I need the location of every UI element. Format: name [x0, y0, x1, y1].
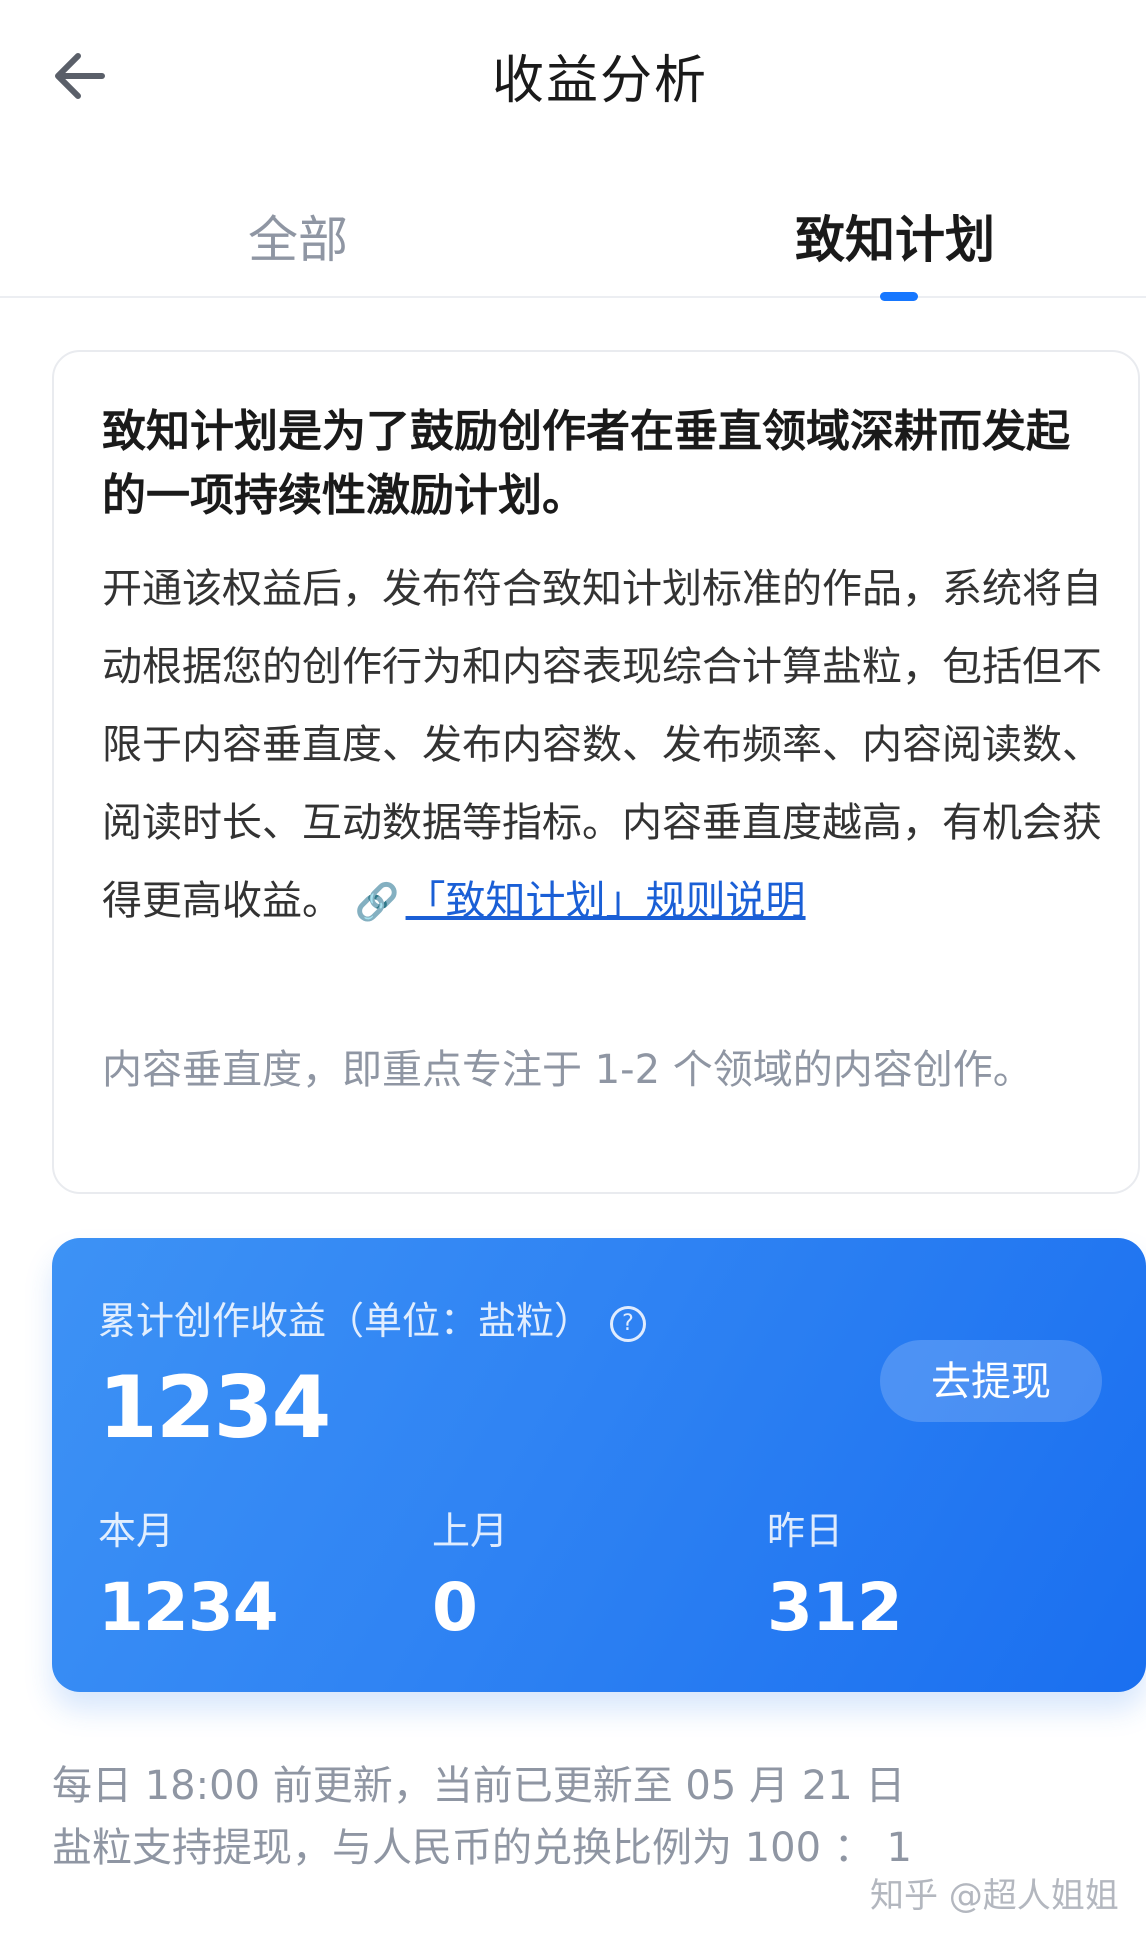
stat-last-month: 上月 0	[432, 1500, 508, 1646]
tab-zhizhi-plan[interactable]: 致知计划	[795, 200, 995, 272]
total-earnings-label-text: 累计创作收益（单位：盐粒）	[98, 1299, 593, 1343]
plan-info-card: 致知计划是为了鼓励创作者在垂直领域深耕而发起的一项持续性激励计划。 开通该权益后…	[52, 350, 1140, 1194]
withdraw-button[interactable]: 去提现	[880, 1340, 1102, 1422]
total-earnings-label: 累计创作收益（单位：盐粒）?	[98, 1290, 647, 1345]
stat-label: 本月	[98, 1509, 175, 1553]
stat-value: 0	[432, 1569, 478, 1646]
watermark: 知乎 @超人姐姐	[870, 1876, 1119, 1916]
footnotes: 每日 18:00 前更新，当前已更新至 05 月 21 日 盐粒支持提现，与人民…	[52, 1755, 1112, 1879]
stat-value: 1234	[98, 1569, 279, 1646]
stat-label: 昨日	[767, 1509, 844, 1553]
link-icon: 🔗	[354, 882, 400, 923]
update-note: 每日 18:00 前更新，当前已更新至 05 月 21 日	[52, 1763, 906, 1809]
header: 收益分析	[0, 0, 1146, 150]
plan-description-text: 开通该权益后，发布符合致知计划标准的作品，系统将自动根据您的创作行为和内容表现综…	[102, 566, 1102, 924]
vertical-note: 内容垂直度，即重点专注于 1-2 个领域的内容创作。	[102, 1047, 1033, 1093]
stat-value: 312	[767, 1569, 903, 1646]
page-title: 收益分析	[491, 51, 708, 111]
active-tab-indicator	[880, 292, 918, 301]
stat-yesterday: 昨日 312	[767, 1500, 903, 1646]
stat-this-month: 本月 1234	[98, 1500, 279, 1646]
plan-description: 开通该权益后，发布符合致知计划标准的作品，系统将自动根据您的创作行为和内容表现综…	[102, 550, 1102, 942]
rules-link-text: 「致知计划」规则说明	[405, 878, 806, 924]
earnings-card: 累计创作收益（单位：盐粒）? 1234 去提现 本月 1234 上月 0 昨日 …	[52, 1238, 1146, 1692]
total-earnings-value: 1234	[98, 1358, 331, 1458]
rules-link[interactable]: 🔗 「致知计划」规则说明	[355, 878, 806, 924]
tab-bar: 全部 致知计划	[0, 190, 1146, 301]
help-icon[interactable]: ?	[610, 1305, 647, 1342]
stat-label: 上月	[432, 1509, 509, 1553]
plan-headline: 致知计划是为了鼓励创作者在垂直领域深耕而发起的一项持续性激励计划。	[102, 406, 1070, 521]
tab-all[interactable]: 全部	[248, 200, 348, 272]
